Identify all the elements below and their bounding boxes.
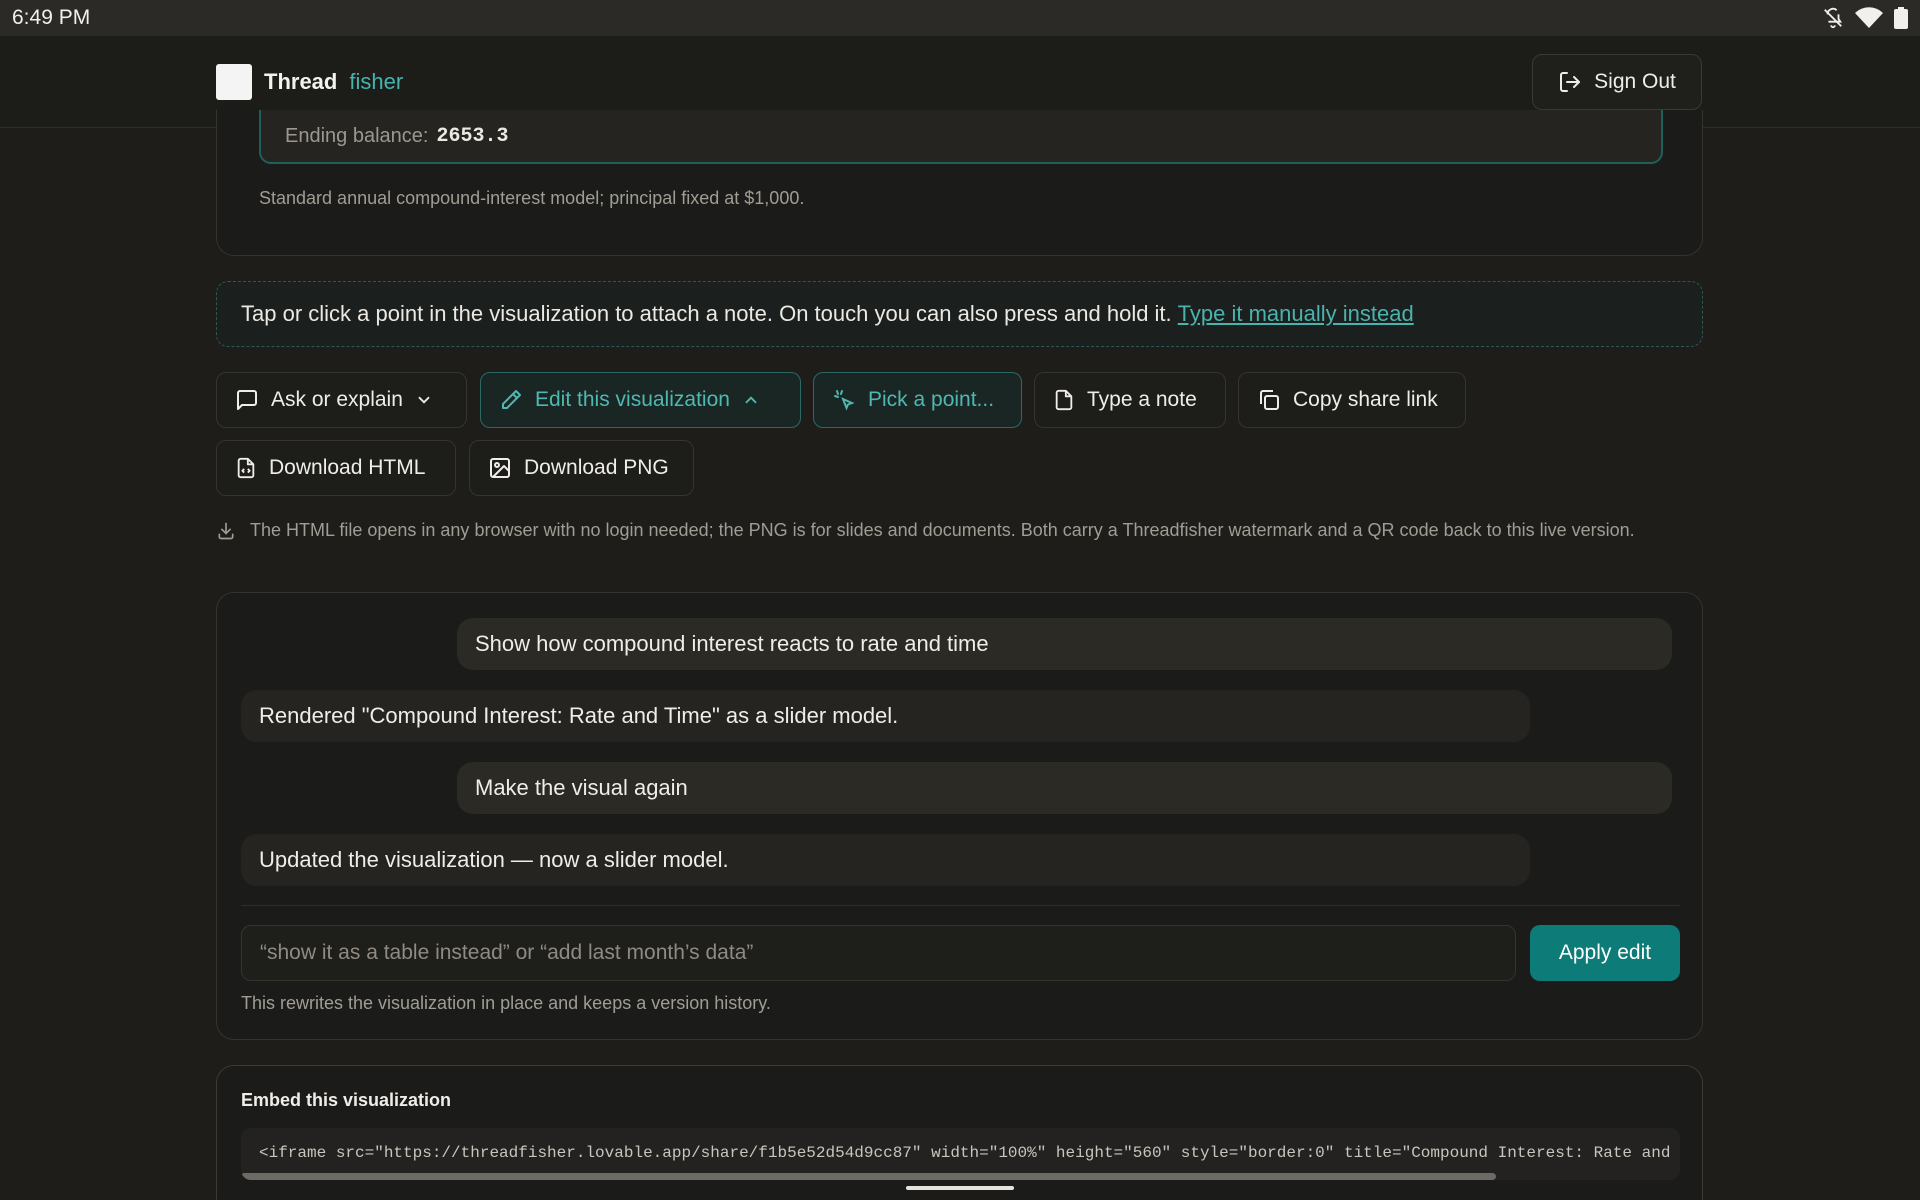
download-icon — [216, 518, 236, 542]
pick-a-point-button[interactable]: Pick a point... — [813, 372, 1022, 428]
ask-or-explain-label: Ask or explain — [271, 388, 403, 411]
sign-out-label: Sign Out — [1594, 70, 1676, 93]
ending-balance-value: 2653.3 — [436, 124, 509, 148]
logo — [216, 64, 252, 100]
ending-balance-label: Ending balance: — [285, 124, 429, 147]
edit-visualization-label: Edit this visualization — [535, 388, 730, 411]
copy-icon — [1257, 388, 1281, 412]
type-a-note-label: Type a note — [1087, 388, 1197, 411]
type-a-note-button[interactable]: Type a note — [1034, 372, 1226, 428]
hint-text: Tap or click a point in the visualizatio… — [241, 301, 1172, 326]
point-note-hint: Tap or click a point in the visualizatio… — [216, 281, 1703, 347]
copy-share-link-label: Copy share link — [1293, 388, 1438, 411]
copy-share-link-button[interactable]: Copy share link — [1238, 372, 1466, 428]
pick-a-point-label: Pick a point... — [868, 388, 995, 411]
message-square-icon — [235, 388, 259, 412]
edit-input[interactable] — [241, 925, 1516, 981]
sign-out-icon — [1558, 70, 1582, 94]
system-icons — [1822, 7, 1908, 29]
download-html-button[interactable]: Download HTML — [216, 440, 456, 496]
download-png-button[interactable]: Download PNG — [469, 440, 694, 496]
chevron-down-icon — [415, 391, 433, 409]
divider — [241, 905, 1680, 906]
file-code-icon — [235, 456, 257, 480]
embed-title: Embed this visualization — [241, 1090, 452, 1110]
chevron-up-icon — [742, 391, 760, 409]
type-manually-link[interactable]: Type it manually instead — [1178, 301, 1414, 327]
assistant-message: Updated the visualization — now a slider… — [241, 834, 1530, 886]
pencil-icon — [499, 388, 523, 412]
embed-card: Embed this visualization <iframe src="ht… — [216, 1065, 1703, 1200]
brand-name-part2: fisher — [349, 69, 404, 94]
battery-icon — [1894, 7, 1908, 29]
embed-code: <iframe src="https://threadfisher.lovabl… — [259, 1144, 1680, 1162]
download-html-label: Download HTML — [269, 456, 426, 479]
result-card: Ending balance: 2653.3 Standard annual c… — [216, 110, 1703, 256]
ending-balance: Ending balance: 2653.3 — [259, 110, 1663, 164]
ask-or-explain-button[interactable]: Ask or explain — [216, 372, 467, 428]
edit-chat-panel: Show how compound interest reacts to rat… — [216, 592, 1703, 1040]
sign-out-button[interactable]: Sign Out — [1532, 54, 1702, 110]
status-time: 6:49 PM — [12, 6, 91, 29]
wifi-icon — [1854, 7, 1884, 29]
user-message: Show how compound interest reacts to rat… — [457, 618, 1672, 670]
file-icon — [1053, 388, 1075, 412]
brand-name-part1: Thread — [264, 69, 338, 94]
brand[interactable]: Thread fisher — [216, 64, 403, 100]
embed-code-scrollbar[interactable] — [241, 1173, 1496, 1180]
home-indicator[interactable] — [906, 1186, 1014, 1190]
image-download-icon — [488, 456, 512, 480]
download-png-label: Download PNG — [524, 456, 669, 479]
user-message: Make the visual again — [457, 762, 1672, 814]
download-note-text: The HTML file opens in any browser with … — [250, 520, 1635, 540]
assistant-message: Rendered "Compound Interest: Rate and Ti… — [241, 690, 1530, 742]
apply-edit-button[interactable]: Apply edit — [1530, 925, 1680, 981]
edit-visualization-button[interactable]: Edit this visualization — [480, 372, 801, 428]
edit-note: This rewrites the visualization in place… — [241, 993, 771, 1013]
model-note: Standard annual compound-interest model;… — [259, 188, 805, 208]
pointer-icon — [832, 388, 856, 412]
embed-code-box[interactable]: <iframe src="https://threadfisher.lovabl… — [241, 1128, 1680, 1180]
download-note: The HTML file opens in any browser with … — [216, 518, 1703, 542]
status-bar: 6:49 PM — [0, 0, 1920, 36]
bell-off-icon — [1822, 7, 1844, 29]
